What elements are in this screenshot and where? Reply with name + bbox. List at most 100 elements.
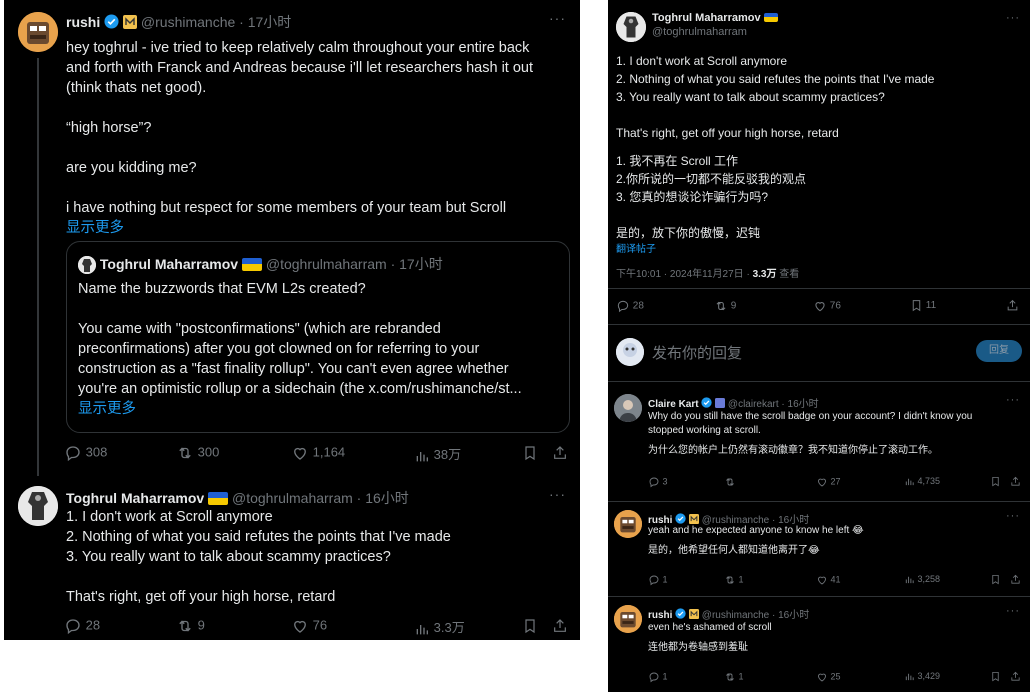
heart-icon: [818, 576, 826, 585]
reply-actions: 1 1 25 3,429: [608, 671, 1030, 685]
text-line: 3. You really want to talk about scammy …: [66, 549, 391, 565]
like-button[interactable]: 1,164: [291, 444, 345, 462]
view-count: 3,429: [917, 671, 941, 681]
author-name[interactable]: rushi: [66, 14, 100, 30]
heart-icon: [815, 302, 825, 312]
bookmark-button[interactable]: 11: [910, 299, 936, 312]
view-count: 3,258: [917, 574, 941, 584]
bookmark-icon: [525, 618, 535, 633]
like-button[interactable]: 25: [816, 671, 841, 683]
views-button[interactable]: 38万: [414, 444, 461, 464]
divider: [608, 324, 1030, 325]
reply-text: Why do you still have the scroll badge o…: [648, 410, 972, 458]
author-handle[interactable]: @toghrulmaharram: [652, 25, 778, 39]
avatar-toghrul[interactable]: [78, 256, 96, 275]
quote-show-more-link[interactable]: 显示更多: [78, 399, 522, 419]
avatar-toghrul[interactable]: [616, 12, 646, 42]
views-icon: [416, 624, 428, 634]
reply-button[interactable]: 1: [648, 574, 668, 586]
bookmark-icon: [992, 477, 999, 487]
retweet-button[interactable]: 300: [176, 444, 219, 462]
translate-link[interactable]: 翻译帖子: [616, 240, 656, 255]
author-name[interactable]: Toghrul Maharramov: [66, 490, 204, 506]
share-button[interactable]: [1006, 299, 1019, 312]
reply-count: 308: [85, 444, 108, 460]
share-button[interactable]: [1010, 574, 1021, 585]
verified-badge-icon: [104, 14, 119, 32]
avatar-rushi[interactable]: [18, 12, 58, 52]
retweet-button[interactable]: [724, 476, 736, 488]
reply-handle-time: @clairekart · 16小时: [727, 399, 819, 410]
avatar-rushi[interactable]: [614, 605, 642, 633]
reply-icon: [649, 477, 659, 488]
like-button[interactable]: 41: [816, 574, 841, 586]
text-line: “high horse”?: [66, 120, 152, 136]
tweet-text: 1. I don't work at Scroll anymore 2. Not…: [66, 507, 451, 607]
reply-count: 3: [662, 476, 668, 487]
share-button[interactable]: [552, 444, 568, 461]
author-name[interactable]: Toghrul Maharramov: [652, 12, 761, 24]
heart-icon: [294, 620, 306, 633]
more-options-icon[interactable]: ···: [1006, 605, 1020, 617]
reply-input[interactable]: 发布你的回复: [652, 342, 742, 363]
share-button[interactable]: [1010, 671, 1021, 682]
bookmark-button[interactable]: [990, 476, 1001, 487]
bookmark-button[interactable]: [990, 574, 1001, 585]
reply-button[interactable]: 308: [64, 444, 107, 462]
views-button[interactable]: 3.3万: [414, 617, 465, 637]
retweet-button[interactable]: 9: [176, 617, 205, 635]
reply-button[interactable]: 3: [648, 476, 668, 488]
retweet-button[interactable]: 1: [724, 574, 744, 586]
views-button[interactable]: 3,429: [904, 671, 940, 682]
retweet-button[interactable]: 1: [724, 671, 744, 683]
text-line: 2. Nothing of what you said refutes the …: [66, 529, 451, 545]
tweet-rushi[interactable]: rushi @rushimanche · 17小时 ··· hey toghru…: [4, 0, 580, 476]
views-button[interactable]: 3,258: [904, 574, 940, 585]
reply-author-name[interactable]: Claire Kart: [648, 399, 699, 410]
bookmark-button[interactable]: [522, 617, 538, 634]
reply-tweet[interactable]: rushi @rushimanche · 16小时 ··· yeah and h…: [608, 502, 1030, 598]
reply-tweet[interactable]: rushi @rushimanche · 16小时 ··· even he's …: [608, 597, 1030, 692]
quoted-tweet[interactable]: Toghrul Maharramov @toghrulmaharram · 17…: [66, 241, 570, 433]
reply-button[interactable]: 28: [64, 617, 100, 635]
bookmark-button[interactable]: [990, 671, 1001, 682]
heart-icon: [818, 673, 826, 682]
views-button[interactable]: 4,735: [904, 476, 940, 487]
reply-tweet[interactable]: Claire Kart @clairekart · 16小时 ··· Why d…: [608, 382, 1030, 500]
more-options-icon[interactable]: ···: [549, 486, 566, 502]
avatar-claire[interactable]: [614, 394, 642, 422]
share-button[interactable]: [1010, 476, 1021, 487]
bookmark-button[interactable]: [522, 444, 538, 461]
reply-text: yeah and he expected anyone to know he l…: [648, 524, 864, 558]
retweet-button[interactable]: 9: [714, 299, 736, 313]
tweet-toghrul[interactable]: Toghrul Maharramov @toghrulmaharram · 16…: [4, 476, 580, 640]
show-more-link[interactable]: 显示更多: [66, 218, 533, 238]
quote-author-name[interactable]: Toghrul Maharramov: [100, 256, 238, 272]
reply-button[interactable]: 28: [616, 299, 644, 313]
like-count: 41: [830, 574, 841, 585]
tweet-header: rushi @rushimanche · 17小时: [66, 12, 291, 32]
heart-icon: [818, 478, 826, 487]
text-line: 3. You really want to talk about scammy …: [616, 90, 885, 104]
reply-author-name[interactable]: rushi: [648, 610, 672, 621]
like-button[interactable]: 76: [813, 299, 841, 313]
like-button[interactable]: 27: [816, 476, 841, 488]
more-options-icon[interactable]: ···: [1006, 12, 1020, 24]
post-time[interactable]: 下午10:01 · 2024年11月27日 ·: [616, 269, 753, 280]
reply-icon: [617, 300, 629, 313]
avatar-rushi[interactable]: [614, 510, 642, 538]
text-line: i have nothing but respect for some memb…: [66, 200, 507, 216]
more-options-icon[interactable]: ···: [1006, 394, 1020, 406]
reply-button[interactable]: 回复: [976, 340, 1022, 362]
right-detail-panel: Toghrul Maharramov @toghrulmaharram ··· …: [608, 0, 1030, 692]
like-button[interactable]: 76: [291, 617, 327, 635]
share-button[interactable]: [552, 617, 568, 634]
divider: [608, 288, 1030, 289]
reply-icon: [649, 672, 659, 683]
avatar-toghrul[interactable]: [18, 486, 58, 526]
reply-button[interactable]: 1: [648, 671, 668, 683]
more-options-icon[interactable]: ···: [549, 10, 566, 26]
views-label: 查看: [776, 269, 800, 280]
more-options-icon[interactable]: ···: [1006, 510, 1020, 522]
like-count: 76: [829, 300, 841, 312]
